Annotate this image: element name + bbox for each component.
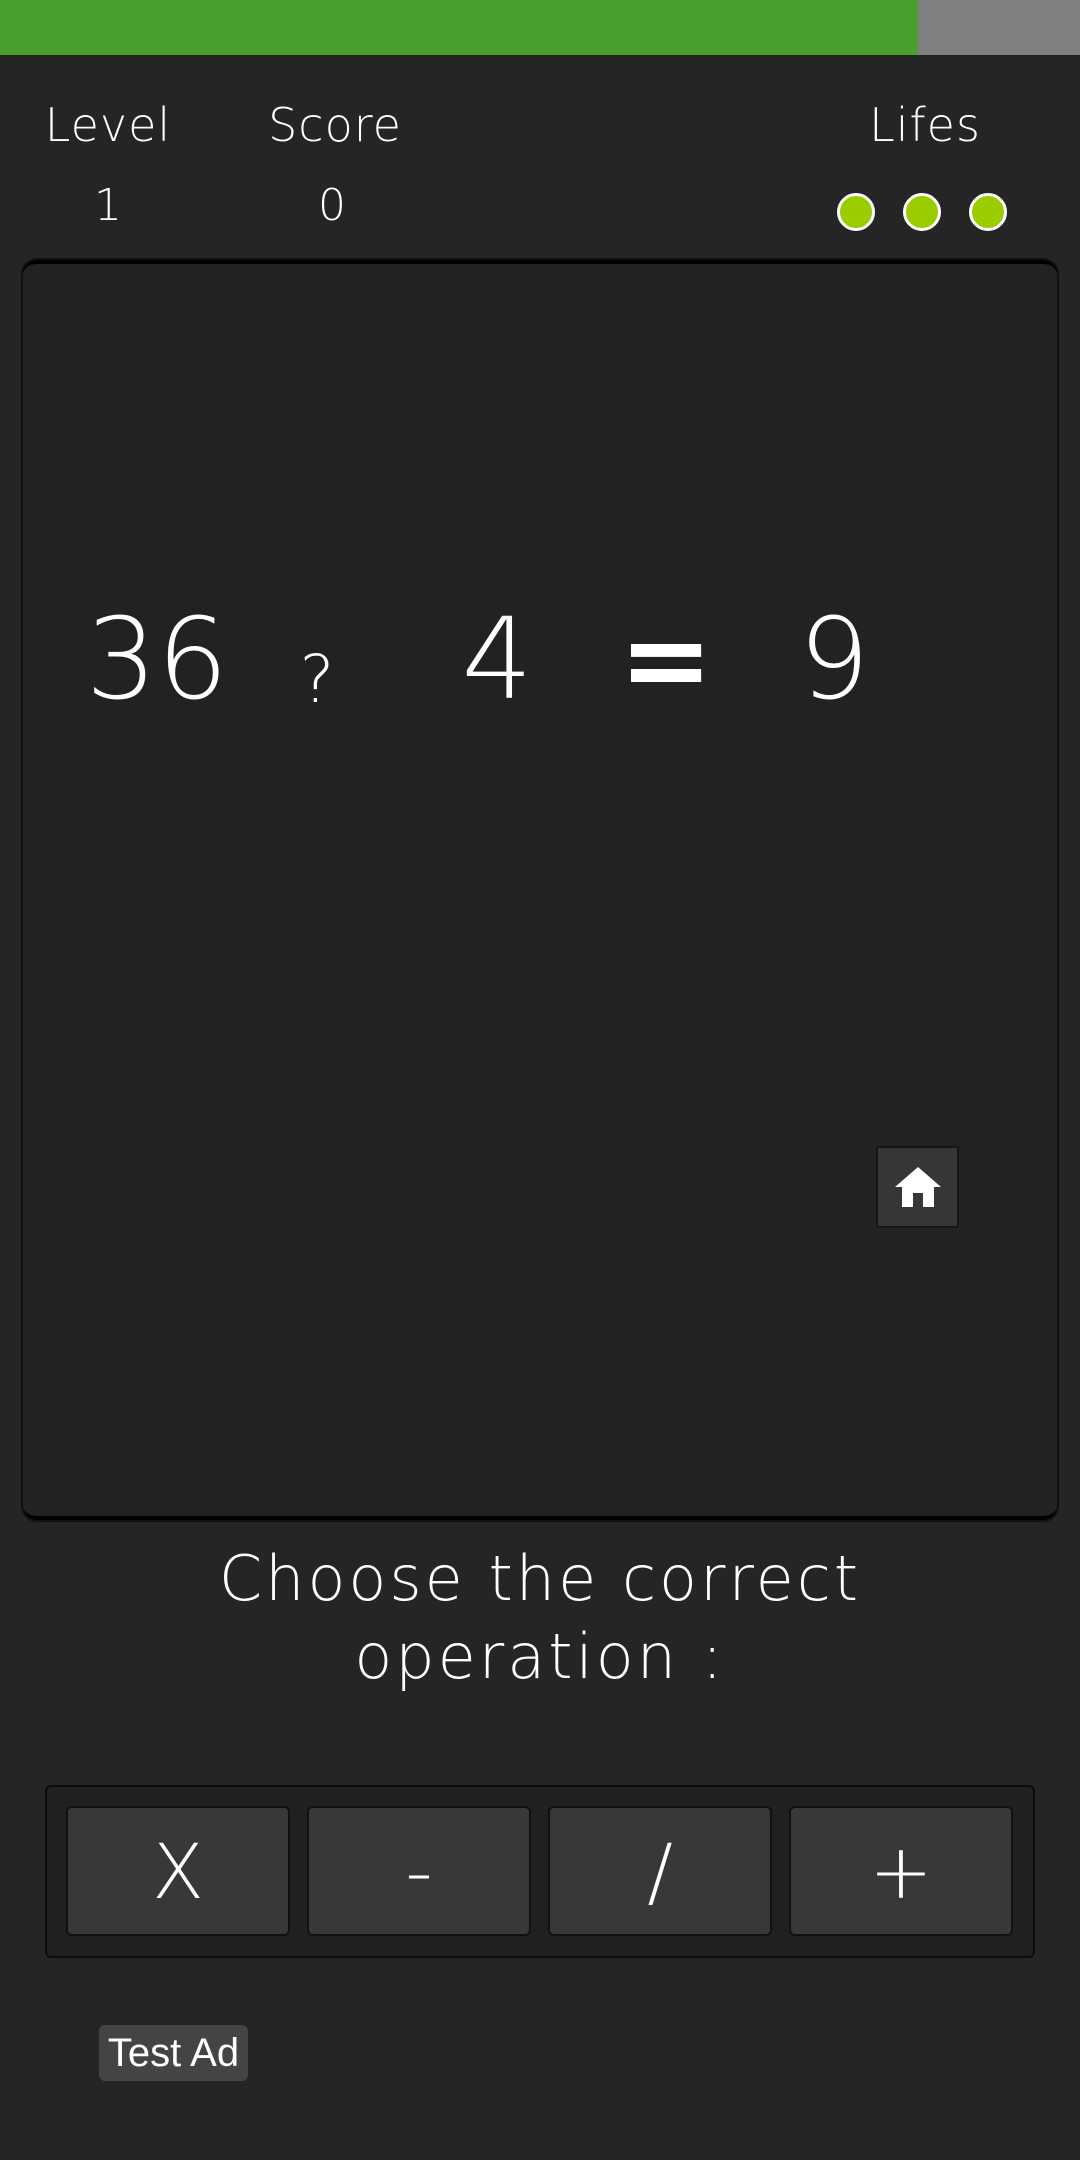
divide-button[interactable]: / — [548, 1806, 772, 1936]
level-progress-bar — [0, 0, 1080, 55]
progress-fill — [0, 0, 918, 55]
game-panel — [23, 260, 1057, 1520]
home-icon — [894, 1167, 941, 1207]
equation-right-operand: 4 — [461, 595, 533, 725]
equation-left-operand: 36 — [85, 595, 229, 725]
score-label: Score — [268, 98, 402, 152]
subtract-button[interactable]: - — [307, 1806, 531, 1936]
multiply-button[interactable]: X — [66, 1806, 290, 1936]
lifes-label: Lifes — [869, 98, 981, 152]
test-ad-banner[interactable]: Test Ad — [99, 2025, 248, 2081]
prompt-line-2: operation : — [354, 1620, 726, 1693]
life-indicator — [837, 193, 875, 231]
score-value: 0 — [318, 180, 346, 231]
life-indicator — [903, 193, 941, 231]
equation-operator-placeholder: ? — [299, 641, 335, 718]
life-indicator — [969, 193, 1007, 231]
level-value: 1 — [94, 180, 122, 231]
equation-result: 9 — [798, 595, 870, 725]
home-button[interactable] — [876, 1146, 959, 1228]
prompt-text: Choose the correct operation : — [0, 1540, 1080, 1696]
level-label: Level — [44, 98, 172, 152]
equation-equals: = — [619, 595, 713, 725]
prompt-line-1: Choose the correct — [218, 1542, 862, 1615]
add-button[interactable]: + — [789, 1806, 1013, 1936]
